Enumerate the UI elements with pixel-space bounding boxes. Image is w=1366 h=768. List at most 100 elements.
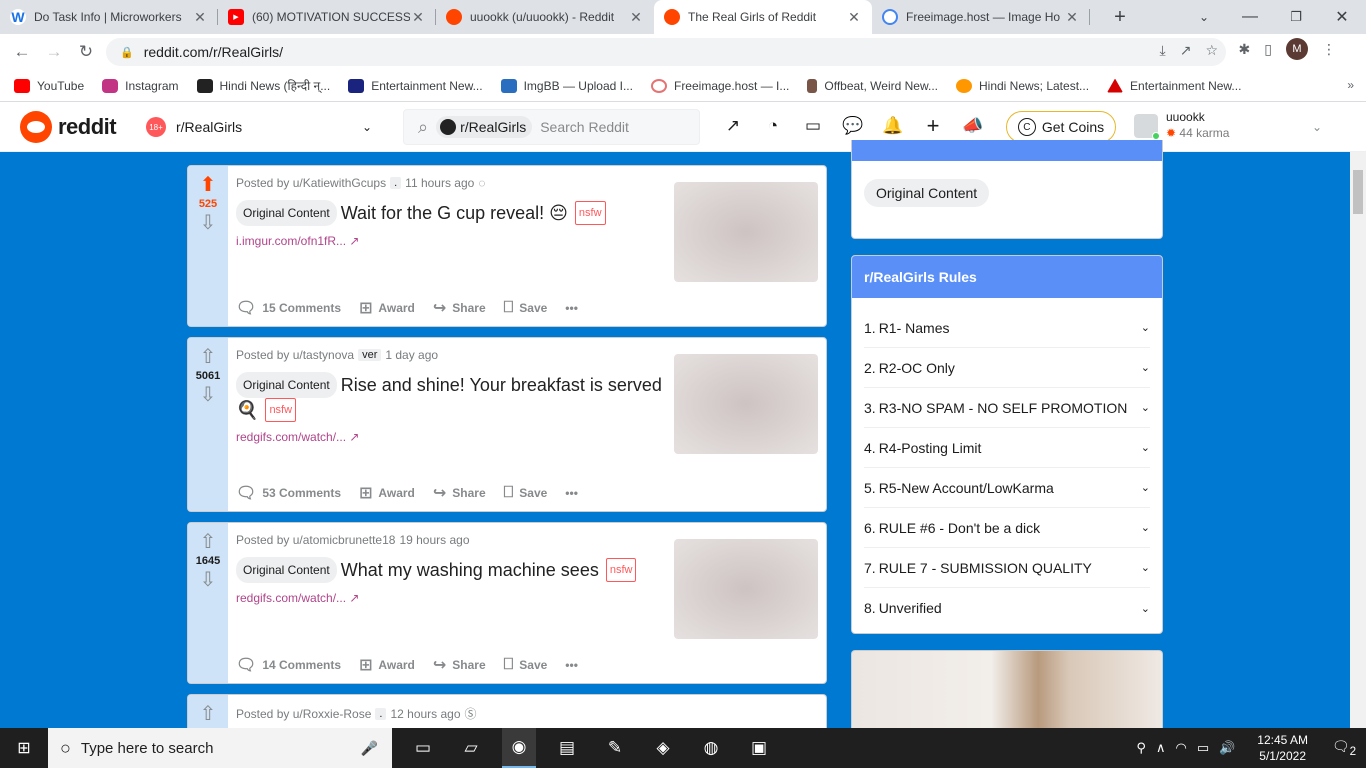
tray-chevron-up-icon[interactable]: ∧ [1156, 740, 1166, 756]
post-author[interactable]: Posted by u/atomicbrunette18 [236, 533, 395, 547]
post-time[interactable]: 12 hours ago [390, 707, 460, 721]
rule-item[interactable]: 7. RULE 7 - SUBMISSION QUALITY ⌄ [864, 548, 1150, 588]
more-options-icon[interactable]: ••• [565, 658, 578, 672]
create-post-icon[interactable]: + [922, 113, 944, 138]
wifi-icon[interactable]: ◠ [1175, 740, 1186, 756]
microphone-icon[interactable]: 🎤 [361, 740, 378, 757]
rule-item[interactable]: 6. RULE #6 - Don't be a dick ⌄ [864, 508, 1150, 548]
post-author[interactable]: Posted by u/KatiewithGcups [236, 176, 386, 190]
sidebar-image-card[interactable] [851, 650, 1163, 728]
windows-start-icon[interactable]: ⊞ [0, 728, 48, 768]
file-explorer-icon[interactable]: ▤ [550, 728, 584, 768]
chevron-down-icon[interactable]: ⌄ [1312, 120, 1322, 134]
save-button[interactable]: ⎕ Save [504, 484, 548, 502]
more-options-icon[interactable]: ••• [565, 301, 578, 315]
bookmark-instagram[interactable]: Instagram [102, 78, 179, 93]
chrome-icon[interactable]: ◉ [502, 728, 536, 768]
post-link[interactable]: i.imgur.com/ofn1fR... ↗ [236, 234, 666, 248]
post-card[interactable]: ⇧ 1645 ⇩ Posted by u/atomicbrunette18 19… [187, 522, 827, 684]
bookmark-entertainment-2[interactable]: Entertainment New... [1107, 78, 1241, 93]
window-close-icon[interactable]: ✕ [1330, 0, 1354, 34]
share-page-icon[interactable]: ↗ [1180, 42, 1192, 59]
downvote-icon[interactable]: ⇩ [200, 212, 217, 234]
browser-menu-icon[interactable]: ⋮ [1322, 41, 1336, 58]
tab-youtube[interactable]: ▶ (60) MOTIVATION SUCCESS ✕ [218, 0, 436, 34]
volume-icon[interactable]: 🔊 [1219, 740, 1235, 756]
post-thumbnail[interactable] [674, 354, 818, 454]
share-button[interactable]: ↪ Share [433, 483, 486, 503]
share-button[interactable]: ↪ Share [433, 655, 486, 675]
reload-icon[interactable]: ↻ [70, 36, 102, 68]
post-title[interactable]: Wait for the G cup reveal! 😔 [341, 203, 568, 223]
task-view-icon[interactable]: ▭ [406, 728, 440, 768]
post-card[interactable]: ⇧ 5061 ⇩ Posted by u/tastynova ver 1 day… [187, 337, 827, 512]
rule-item[interactable]: 3. R3-NO SPAM - NO SELF PROMOTION ⌄ [864, 388, 1150, 428]
advertise-megaphone-icon[interactable]: 📣 [962, 115, 984, 137]
upvote-icon[interactable]: ⬆ [200, 174, 217, 196]
taskbar-search[interactable]: ○ Type here to search 🎤 [48, 728, 392, 768]
downvote-icon[interactable]: ⇩ [200, 569, 217, 591]
post-thumbnail[interactable] [674, 539, 818, 639]
scrollbar-thumb[interactable] [1353, 170, 1363, 214]
post-time[interactable]: 1 day ago [385, 348, 438, 362]
rule-item[interactable]: 5. R5-New Account/LowKarma ⌄ [864, 468, 1150, 508]
restore-icon[interactable]: ❐ [1284, 0, 1308, 34]
post-title[interactable]: What my washing machine sees [341, 560, 599, 580]
people-icon[interactable]: ⚲ [1136, 740, 1146, 756]
upvote-icon[interactable]: ⇧ [200, 531, 217, 553]
new-tab-button[interactable]: + [1106, 0, 1134, 34]
flair-filter-chip[interactable]: Original Content [864, 179, 990, 207]
system-clock[interactable]: 12:45 AM 5/1/2022 [1257, 732, 1308, 764]
battery-icon[interactable]: ▭ [1197, 740, 1209, 756]
post-flair[interactable]: Original Content [236, 557, 337, 583]
tab-freeimage[interactable]: Freeimage.host — Image Ho ✕ [872, 0, 1090, 34]
bookmark-youtube[interactable]: YouTube [14, 78, 84, 93]
chat-icon[interactable]: 💬 [842, 115, 864, 137]
upvote-icon[interactable]: ⇧ [200, 703, 217, 725]
post-author[interactable]: Posted by u/tastynova [236, 348, 354, 362]
close-icon[interactable]: ✕ [1064, 9, 1080, 26]
share-button[interactable]: ↪ Share [433, 298, 486, 318]
reddit-logo[interactable]: reddit [20, 111, 117, 143]
close-icon[interactable]: ✕ [192, 9, 208, 26]
extensions-icon[interactable]: ✱ [1239, 41, 1251, 58]
post-link[interactable]: redgifs.com/watch/... ↗ [236, 430, 666, 444]
tab-search-chevron-icon[interactable]: ⌄ [1192, 0, 1216, 34]
bookmarks-overflow-icon[interactable]: » [1347, 78, 1354, 92]
community-selector[interactable]: 18+ r/RealGirls ⌄ [146, 110, 386, 144]
notification-bell-icon[interactable]: 🔔 [882, 115, 904, 137]
search-scope-chip[interactable]: r/RealGirls [436, 116, 533, 138]
close-icon[interactable]: ✕ [410, 9, 426, 26]
award-button[interactable]: ⊞ Award [359, 655, 415, 675]
tab-realgirls[interactable]: The Real Girls of Reddit ✕ [654, 0, 872, 34]
popular-icon[interactable]: ↗ [722, 115, 744, 137]
bookmark-star-icon[interactable]: ☆ [1205, 42, 1218, 59]
comments-button[interactable]: 🗨 14 Comments [236, 655, 341, 675]
get-coins-button[interactable]: C Get Coins [1006, 111, 1116, 143]
rule-item[interactable]: 8. Unverified ⌄ [864, 588, 1150, 628]
address-bar[interactable]: 🔒 reddit.com/r/RealGirls/ ⤓ ↗ ☆ [106, 38, 1226, 66]
close-icon[interactable]: ✕ [846, 9, 862, 26]
minimize-icon[interactable]: — [1238, 0, 1262, 34]
bookmark-offbeat[interactable]: Offbeat, Weird New... [807, 78, 938, 93]
rule-item[interactable]: 1. R1- Names ⌄ [864, 308, 1150, 348]
tab-microworkers[interactable]: W Do Task Info | Microworkers ✕ [0, 0, 218, 34]
post-title-line[interactable]: Original Content Rise and shine! Your bre… [236, 372, 666, 422]
media-app-icon[interactable]: ▣ [742, 728, 776, 768]
post-author[interactable]: Posted by u/Roxxie-Rose [236, 707, 371, 721]
post-flair[interactable]: Original Content [236, 372, 337, 398]
save-button[interactable]: ⎕ Save [504, 299, 548, 317]
close-icon[interactable]: ✕ [628, 9, 644, 26]
downvote-icon[interactable]: ⇩ [200, 384, 217, 406]
post-title-line[interactable]: Original Content What my washing machine … [236, 557, 666, 583]
award-button[interactable]: ⊞ Award [359, 483, 415, 503]
post-title-line[interactable]: Original Content Wait for the G cup revea… [236, 200, 666, 226]
search-bar[interactable]: ⌕ r/RealGirls Search Reddit [403, 109, 700, 145]
search-input[interactable]: Search Reddit [540, 119, 629, 135]
all-icon[interactable]: ◔ [762, 115, 784, 137]
paint3d-icon[interactable]: ◈ [646, 728, 680, 768]
post-link[interactable]: redgifs.com/watch/... ↗ [236, 591, 666, 605]
back-icon[interactable]: ← [6, 36, 38, 68]
upvote-icon[interactable]: ⇧ [200, 346, 217, 368]
tab-reddit-profile[interactable]: uuookk (u/uuookk) - Reddit ✕ [436, 0, 654, 34]
